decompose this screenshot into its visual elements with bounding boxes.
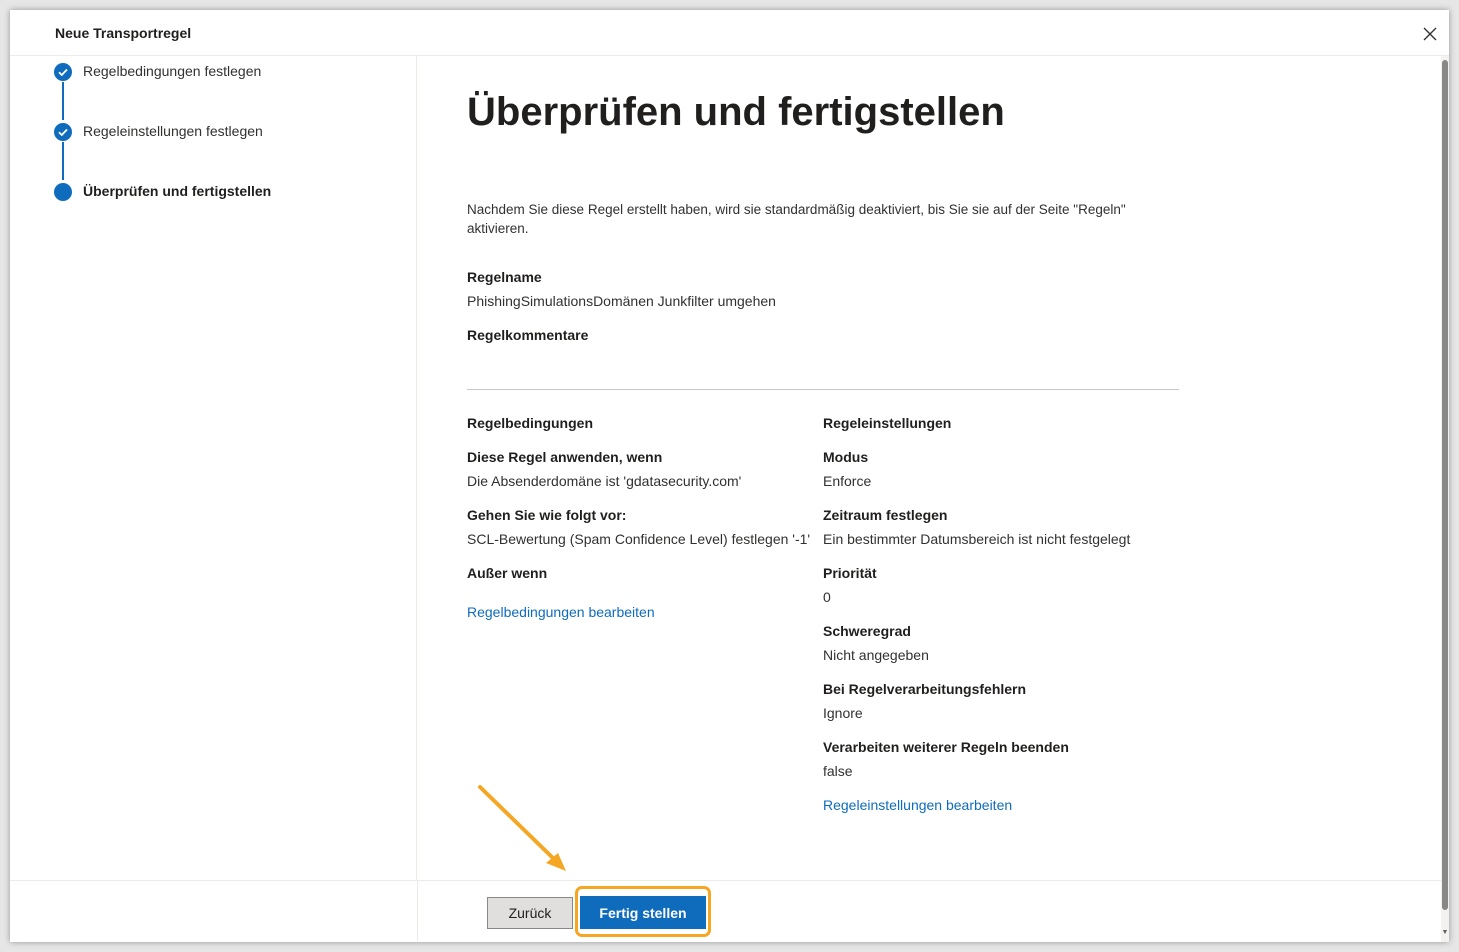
edit-conditions-link[interactable]: Regelbedingungen bearbeiten (467, 604, 655, 620)
mode-value: Enforce (823, 473, 872, 489)
edit-settings-link[interactable]: Regeleinstellungen bearbeiten (823, 797, 1012, 813)
panel-footer: Zurück Fertig stellen (10, 880, 1441, 942)
review-content: Überprüfen und fertigstellen Nachdem Sie… (417, 56, 1441, 880)
apply-when-label: Diese Regel anwenden, wenn (467, 449, 663, 465)
apply-when-value: Die Absenderdomäne ist 'gdatasecurity.co… (467, 473, 742, 489)
stop-processing-value: false (823, 763, 853, 779)
intro-text: Nachdem Sie diese Regel erstellt haben, … (467, 202, 1126, 236)
errors-label: Bei Regelverarbeitungsfehlern (823, 681, 1027, 697)
action-label: Gehen Sie wie folgt vor: (467, 507, 627, 523)
errors-value: Ignore (823, 705, 863, 721)
period-value: Ein bestimmter Datumsbereich ist nicht f… (823, 531, 1131, 547)
transport-rule-panel: Neue Transportregel Regelbedingungen fes… (10, 10, 1449, 942)
finish-button[interactable]: Fertig stellen (580, 896, 706, 929)
scrollbar-thumb[interactable] (1442, 60, 1448, 910)
priority-value: 0 (823, 589, 831, 605)
back-button[interactable]: Zurück (487, 897, 573, 929)
settings-heading: Regeleinstellungen (823, 415, 952, 431)
rule-comments-label: Regelkommentare (467, 327, 589, 343)
section-divider (467, 389, 1179, 390)
mode-label: Modus (823, 449, 869, 465)
check-icon (54, 63, 72, 81)
step-label: Überprüfen und fertigstellen (83, 183, 272, 199)
step-connector (62, 142, 64, 180)
except-label: Außer wenn (467, 565, 548, 581)
step-label: Regeleinstellungen festlegen (83, 123, 263, 139)
vertical-scrollbar[interactable]: ▼ (1441, 56, 1449, 942)
rule-name-label: Regelname (467, 269, 542, 285)
annotation-arrow-icon (478, 785, 566, 871)
severity-label: Schweregrad (823, 623, 911, 639)
period-label: Zeitraum festlegen (823, 507, 948, 523)
footer-separator (417, 881, 418, 942)
wizard-steps-nav: Regelbedingungen festlegen Regeleinstell… (10, 56, 417, 880)
check-icon (54, 123, 72, 141)
scroll-down-icon[interactable]: ▼ (1441, 929, 1449, 937)
severity-value: Nicht angegeben (823, 647, 929, 663)
panel-header: Neue Transportregel (10, 10, 1449, 56)
current-step-dot-icon (54, 183, 72, 201)
rule-name-value: PhishingSimulationsDomänen Junkfilter um… (467, 293, 776, 309)
conditions-heading: Regelbedingungen (467, 415, 593, 431)
action-value: SCL-Bewertung (Spam Confidence Level) fe… (467, 531, 811, 547)
step-label: Regelbedingungen festlegen (83, 63, 262, 79)
panel-title: Neue Transportregel (55, 25, 192, 41)
priority-label: Priorität (823, 565, 877, 581)
page-title: Überprüfen und fertigstellen (467, 90, 1005, 134)
stop-processing-label: Verarbeiten weiterer Regeln beenden (823, 739, 1069, 755)
close-icon[interactable] (1420, 24, 1440, 44)
step-connector (62, 82, 64, 120)
